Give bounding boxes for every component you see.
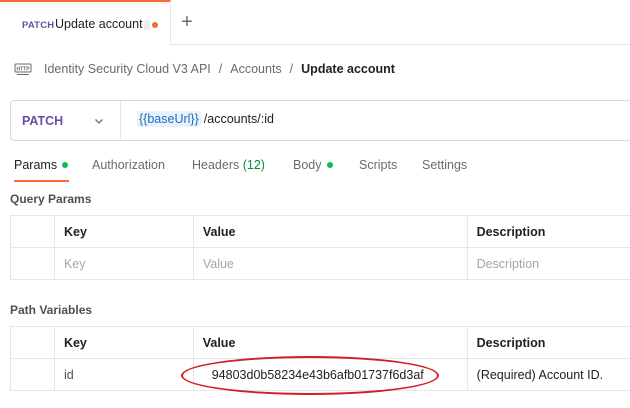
- value-column-header: Value: [192, 215, 468, 248]
- url-input[interactable]: {{baseUrl}}/accounts/:id: [137, 111, 274, 127]
- tab-close-placeholder: [144, 20, 150, 30]
- body-indicator-dot-icon: [326, 161, 333, 168]
- chevron-down-icon: [93, 114, 105, 126]
- method-select[interactable]: PATCH: [11, 101, 121, 140]
- description-input[interactable]: Description: [466, 247, 630, 280]
- path-variable-key: id: [53, 358, 194, 391]
- request-tab-update-account[interactable]: PATCH Update account: [0, 0, 171, 45]
- value-input[interactable]: Value: [192, 247, 468, 280]
- tab-method-label: PATCH: [22, 20, 55, 31]
- http-request-icon: HTTP: [14, 61, 32, 77]
- tab-params-label: Params: [14, 158, 58, 172]
- query-params-title: Query Params: [10, 192, 92, 206]
- description-column-header: Description: [466, 326, 630, 359]
- svg-text:HTTP: HTTP: [16, 67, 30, 73]
- breadcrumb: HTTP Identity Security Cloud V3 API / Ac…: [14, 59, 395, 79]
- url-path: /accounts/:id: [203, 112, 274, 126]
- path-variables-title: Path Variables: [10, 303, 93, 317]
- tab-authorization[interactable]: Authorization: [92, 158, 165, 172]
- url-bar: PATCH {{baseUrl}}/accounts/:id: [10, 100, 630, 141]
- checkbox-column-header: [10, 326, 55, 359]
- tab-settings[interactable]: Settings: [422, 158, 467, 172]
- method-value: PATCH: [22, 114, 64, 128]
- breadcrumb-separator: /: [289, 62, 294, 76]
- breadcrumb-collection[interactable]: Identity Security Cloud V3 API: [44, 62, 211, 76]
- table-header-row: Key Value Description: [10, 215, 630, 248]
- table-row: Key Value Description: [10, 247, 630, 280]
- key-column-header: Key: [53, 326, 194, 359]
- tab-scripts[interactable]: Scripts: [359, 158, 397, 172]
- tab-title: Update account: [55, 17, 143, 31]
- breadcrumb-separator: /: [218, 62, 223, 76]
- breadcrumb-folder[interactable]: Accounts: [230, 62, 281, 76]
- tab-body-label: Body: [293, 158, 322, 172]
- checkbox-column-header: [10, 215, 55, 248]
- tab-bar: PATCH Update account +: [0, 0, 630, 45]
- key-input[interactable]: Key: [53, 247, 194, 280]
- headers-count: (12): [242, 158, 265, 172]
- table-row: id 94803d0b58234e43b6afb01737f6d3af (Req…: [10, 358, 630, 391]
- query-params-table: Key Value Description Key Value Descript…: [10, 215, 630, 280]
- value-column-header: Value: [192, 326, 468, 359]
- tab-params[interactable]: Params: [14, 158, 69, 172]
- table-header-row: Key Value Description: [10, 326, 630, 359]
- unsaved-changes-dot-icon: [152, 22, 158, 28]
- row-checkbox-cell: [10, 358, 55, 391]
- description-column-header: Description: [466, 215, 630, 248]
- tab-headers[interactable]: Headers (12): [192, 158, 265, 172]
- active-tab-underline: [14, 180, 69, 182]
- key-column-header: Key: [53, 215, 194, 248]
- tab-headers-label: Headers: [192, 158, 240, 172]
- new-tab-button[interactable]: +: [178, 11, 196, 33]
- tab-body[interactable]: Body: [293, 158, 333, 172]
- row-checkbox-cell: [10, 247, 55, 280]
- path-variable-description-input[interactable]: (Required) Account ID.: [466, 358, 630, 391]
- url-variable[interactable]: {{baseUrl}}: [137, 111, 201, 127]
- path-variables-table: Key Value Description id 94803d0b58234e4…: [10, 326, 630, 391]
- path-variable-value-input[interactable]: 94803d0b58234e43b6afb01737f6d3af: [192, 358, 468, 391]
- breadcrumb-request-name[interactable]: Update account: [301, 62, 395, 76]
- params-indicator-dot-icon: [62, 161, 69, 168]
